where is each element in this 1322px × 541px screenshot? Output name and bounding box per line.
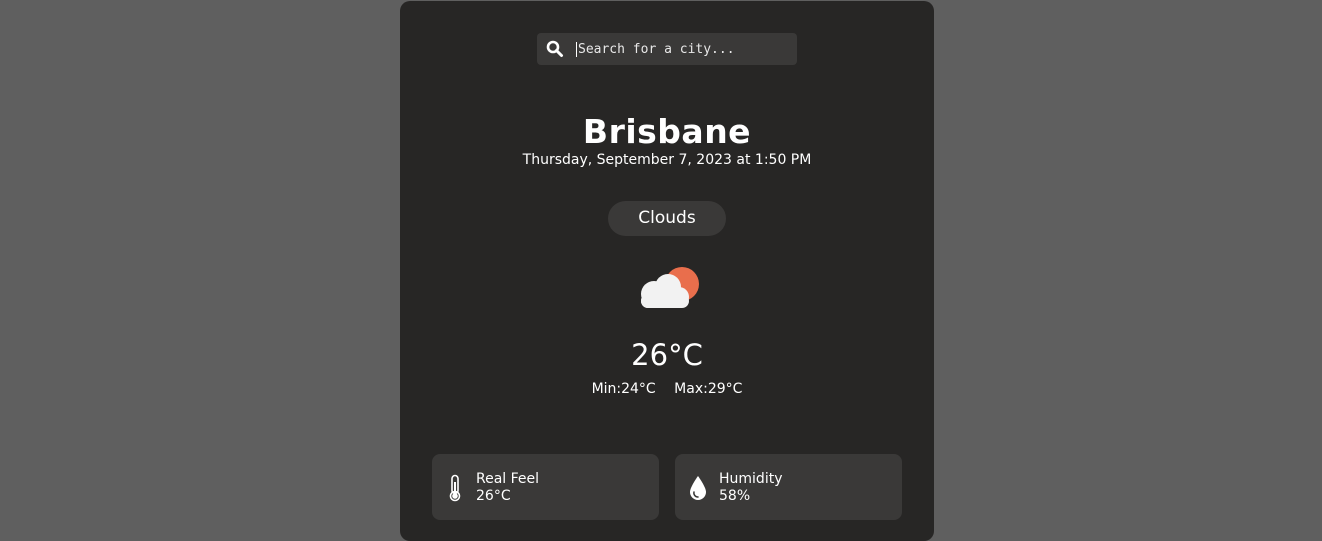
humidity-value: 58%: [719, 488, 751, 504]
city-name: Brisbane: [582, 112, 752, 151]
min-max-temperature: Min:24°C Max:29°C: [400, 381, 934, 397]
search-input[interactable]: [576, 41, 788, 57]
real-feel-label: Real Feel: [476, 471, 540, 487]
search-icon[interactable]: [546, 40, 564, 58]
thermometer-icon: [446, 474, 464, 502]
date-time: Thursday, September 7, 2023 at 1:50 PM: [522, 152, 812, 168]
current-temperature: 26°C: [631, 338, 703, 372]
search-bar[interactable]: [537, 33, 797, 65]
humidity-card: Humidity 58%: [675, 454, 902, 520]
real-feel-card: Real Feel 26°C: [432, 454, 659, 520]
min-temperature: Min:24°C: [591, 381, 656, 397]
condition-badge: Clouds: [608, 201, 726, 236]
cloud-sun-icon: [632, 263, 702, 313]
max-temperature: Max:29°C: [674, 381, 743, 397]
water-drop-icon: [689, 474, 707, 502]
weather-card: Brisbane Thursday, September 7, 2023 at …: [400, 1, 934, 541]
real-feel-value: 26°C: [476, 488, 511, 504]
humidity-label: Humidity: [719, 471, 783, 487]
